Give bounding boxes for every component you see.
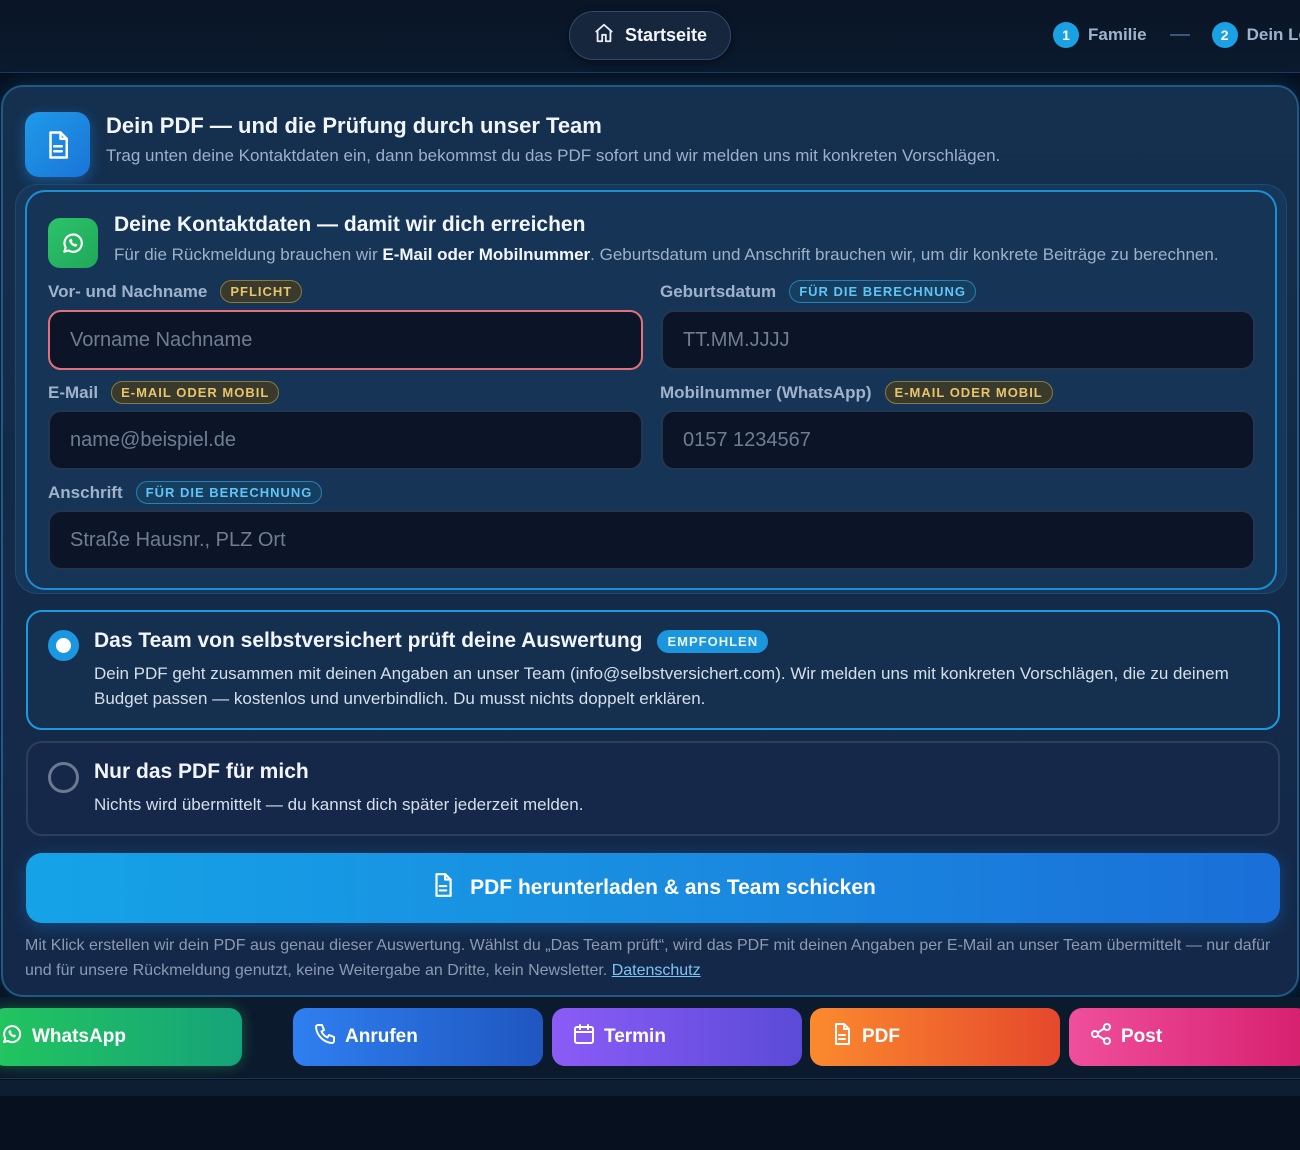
email-input[interactable]: name@beispiel.de — [48, 410, 643, 470]
option-team-title: Das Team von selbstversichert prüft dein… — [94, 629, 643, 652]
call-label: Anrufen — [345, 1026, 418, 1047]
recommended-badge: EMPFOHLEN — [657, 629, 769, 653]
option-team-text: Dein PDF geht zusammen mit deinen Angabe… — [94, 664, 1229, 708]
name-label: Vor- und Nachname — [48, 281, 208, 301]
address-input[interactable]: Straße Hausnr., PLZ Ort — [48, 510, 1255, 570]
birth-placeholder: TT.MM.JJJJ — [683, 328, 790, 351]
home-icon — [593, 22, 615, 49]
step-1-label[interactable]: Familie — [1088, 25, 1147, 45]
radio-pdf-only[interactable] — [48, 762, 79, 793]
pdf-label: PDF — [862, 1026, 900, 1047]
privacy-link[interactable]: Datenschutz — [612, 962, 701, 979]
pdf-button[interactable]: PDF — [810, 1008, 1060, 1066]
contact-subtitle-bold: E-Mail oder Mobilnummer — [382, 245, 591, 264]
home-button[interactable]: Startseite — [569, 11, 731, 60]
appointment-label: Termin — [604, 1026, 666, 1047]
mobile-input[interactable]: 0157 1234567 — [661, 410, 1255, 470]
mobile-placeholder: 0157 1234567 — [683, 428, 811, 451]
step-divider — [1169, 34, 1190, 36]
address-placeholder: Straße Hausnr., PLZ Ort — [70, 528, 286, 551]
share-icon — [1089, 1022, 1113, 1052]
step-2-label[interactable]: Dein Le — [1247, 25, 1300, 45]
option-team-review[interactable]: Das Team von selbstversichert prüft dein… — [26, 610, 1280, 730]
email-label: E-Mail — [48, 382, 99, 402]
step-2-number[interactable]: 2 — [1211, 22, 1238, 48]
appointment-button[interactable]: Termin — [552, 1008, 802, 1066]
name-placeholder: Vorname Nachname — [70, 328, 253, 351]
document-icon — [830, 1022, 854, 1052]
whatsapp-button[interactable]: WhatsApp — [0, 1008, 242, 1066]
name-label-row: Vor- und Nachname PFLICHT — [48, 280, 303, 303]
calc-badge: FÜR DIE BERECHNUNG — [135, 481, 323, 504]
contact-section: Deine Kontaktdaten — damit wir dich erre… — [15, 184, 1287, 594]
birthdate-input[interactable]: TT.MM.JJJJ — [661, 310, 1255, 370]
card-subtitle: Trag unten deine Kontaktdaten ein, dann … — [106, 146, 1001, 165]
contact-subtitle: Für die Rückmeldung brauchen wir E-Mail … — [114, 245, 1219, 265]
card-title: Dein PDF — und die Prüfung durch unser T… — [106, 113, 602, 138]
cta-label: PDF herunterladen & ans Team schicken — [470, 876, 876, 899]
contact-subtitle-prefix: Für die Rückmeldung brauchen wir — [114, 245, 383, 264]
birth-label: Geburtsdatum — [660, 281, 777, 301]
post-button[interactable]: Post — [1069, 1008, 1300, 1066]
birth-label-row: Geburtsdatum FÜR DIE BERECHNUNG — [660, 280, 976, 303]
progress-steps: 1 Familie 2 Dein Le — [1053, 22, 1300, 48]
email-or-mobile-badge: E-MAIL ODER MOBIL — [111, 381, 280, 404]
email-label-row: E-Mail E-MAIL ODER MOBIL — [48, 381, 280, 404]
document-icon — [25, 112, 90, 177]
phone-icon — [313, 1022, 337, 1052]
address-label: Anschrift — [48, 482, 123, 502]
document-icon — [430, 872, 456, 904]
disclaimer: Mit Klick erstellen wir dein PDF aus gen… — [25, 933, 1283, 983]
contact-panel: Deine Kontaktdaten — damit wir dich erre… — [25, 190, 1277, 590]
dock-bottom-strip — [0, 1080, 1300, 1096]
address-label-row: Anschrift FÜR DIE BERECHNUNG — [48, 481, 323, 504]
calendar-icon — [572, 1022, 596, 1052]
calc-badge: FÜR DIE BERECHNUNG — [789, 280, 976, 303]
mobile-label: Mobilnummer (WhatsApp) — [660, 382, 872, 402]
post-label: Post — [1121, 1026, 1163, 1047]
contact-subtitle-suffix: . Geburtsdatum und Anschrift brauchen wi… — [590, 245, 1219, 264]
email-or-mobile-badge: E-MAIL ODER MOBIL — [884, 381, 1053, 404]
download-and-send-button[interactable]: PDF herunterladen & ans Team schicken — [26, 853, 1280, 923]
option-pdf-only[interactable]: Nur das PDF für mich Nichts wird übermit… — [26, 741, 1280, 836]
home-label: Startseite — [624, 25, 708, 45]
call-button[interactable]: Anrufen — [293, 1008, 543, 1066]
email-placeholder: name@beispiel.de — [70, 428, 236, 451]
radio-team-selected[interactable] — [48, 630, 79, 661]
option-pdf-only-title: Nur das PDF für mich — [94, 760, 309, 783]
pdf-card: Dein PDF — und die Prüfung durch unser T… — [1, 85, 1299, 997]
step-1-number[interactable]: 1 — [1053, 22, 1079, 48]
mobile-label-row: Mobilnummer (WhatsApp) E-MAIL ODER MOBIL — [660, 381, 1053, 404]
name-input[interactable]: Vorname Nachname — [48, 310, 643, 370]
contact-title: Deine Kontaktdaten — damit wir dich erre… — [114, 213, 586, 236]
option-team-title-row: Das Team von selbstversichert prüft dein… — [94, 629, 769, 653]
whatsapp-icon — [48, 218, 98, 268]
whatsapp-label: WhatsApp — [32, 1026, 126, 1047]
bottom-dock: WhatsApp Anrufen Termin PDF Post — [0, 997, 1300, 1079]
top-bar: Startseite 1 Familie 2 Dein Le — [0, 0, 1300, 73]
whatsapp-icon — [0, 1022, 24, 1052]
required-badge: PFLICHT — [220, 280, 303, 303]
option-pdf-only-text: Nichts wird übermittelt — du kannst dich… — [94, 795, 584, 814]
